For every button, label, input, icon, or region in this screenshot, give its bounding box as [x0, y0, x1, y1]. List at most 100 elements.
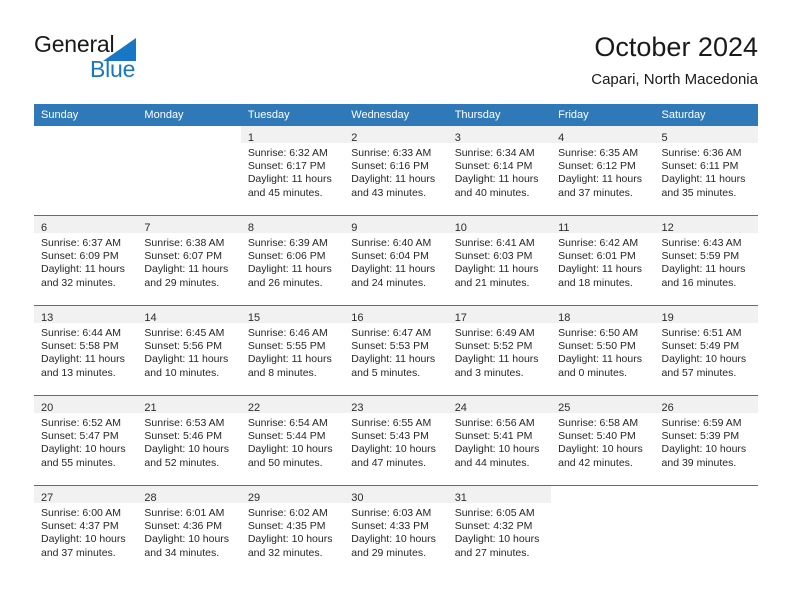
day-cell-inner[interactable]: 5 Sunrise: 6:36 AM Sunset: 6:11 PM Daylight…	[654, 126, 758, 215]
day-cell-inner[interactable]: 29 Sunrise: 6:02 AM Sunset: 4:35 PM Dayligh…	[240, 486, 345, 575]
day-number-band: 25	[551, 396, 655, 414]
calendar-day-cell[interactable]: 10 Sunrise: 6:41 AM Sunset: 6:03 PM Dayligh…	[447, 215, 552, 306]
day-number: 10	[454, 222, 467, 234]
day-detail-lines: Sunrise: 6:37 AM Sunset: 6:09 PM Daylight:…	[34, 233, 137, 290]
sunrise-text: Sunrise: 6:35 AM	[558, 147, 639, 159]
day-cell-inner[interactable]: 11 Sunrise: 6:42 AM Sunset: 6:01 PM Dayligh…	[551, 216, 655, 305]
day-cell-inner[interactable]: 8 Sunrise: 6:39 AM Sunset: 6:06 PM Daylight…	[240, 216, 345, 305]
day-cell-inner[interactable]: 21 Sunrise: 6:53 AM Sunset: 5:46 PM Dayligh…	[137, 396, 241, 485]
calendar-day-cell[interactable]: 17 Sunrise: 6:49 AM Sunset: 5:52 PM Dayligh…	[447, 305, 552, 396]
day-cell-inner[interactable]: 13 Sunrise: 6:44 AM Sunset: 5:58 PM Dayligh…	[34, 306, 138, 395]
calendar-day-cell[interactable]: 31 Sunrise: 6:05 AM Sunset: 4:32 PM Dayligh…	[447, 485, 552, 575]
calendar-day-cell[interactable]: 8 Sunrise: 6:39 AM Sunset: 6:06 PM Daylight…	[240, 215, 345, 306]
day-cell-inner[interactable]: 26 Sunrise: 6:59 AM Sunset: 5:39 PM Dayligh…	[654, 396, 758, 485]
day-cell-inner[interactable]: 3 Sunrise: 6:34 AM Sunset: 6:14 PM Daylight…	[447, 126, 552, 215]
calendar-day-cell[interactable]: 30 Sunrise: 6:03 AM Sunset: 4:33 PM Dayligh…	[344, 485, 448, 575]
calendar-day-cell[interactable]: 22 Sunrise: 6:54 AM Sunset: 5:44 PM Dayligh…	[240, 395, 345, 486]
calendar-day-cell[interactable]: 19 Sunrise: 6:51 AM Sunset: 5:49 PM Dayligh…	[654, 305, 758, 396]
calendar-day-cell[interactable]: 4 Sunrise: 6:35 AM Sunset: 6:12 PM Daylight…	[551, 126, 655, 216]
calendar-day-cell[interactable]: 5 Sunrise: 6:36 AM Sunset: 6:11 PM Daylight…	[654, 126, 758, 216]
calendar-day-cell[interactable]: 12 Sunrise: 6:43 AM Sunset: 5:59 PM Dayligh…	[654, 215, 758, 306]
calendar-day-cell[interactable]: 6 Sunrise: 6:37 AM Sunset: 6:09 PM Daylight…	[34, 215, 138, 306]
day-number: 8	[247, 222, 254, 234]
day-number: 29	[247, 492, 261, 504]
day-number-band: 2	[344, 126, 448, 144]
day-cell-inner[interactable]: 4 Sunrise: 6:35 AM Sunset: 6:12 PM Daylight…	[551, 126, 655, 215]
calendar-day-cell[interactable]: 3 Sunrise: 6:34 AM Sunset: 6:14 PM Daylight…	[447, 126, 552, 216]
calendar-day-cell[interactable]: 11 Sunrise: 6:42 AM Sunset: 6:01 PM Dayligh…	[551, 215, 655, 306]
day-cell-empty-inner	[34, 126, 137, 215]
day-number: 9	[351, 222, 358, 234]
calendar-day-cell[interactable]: 26 Sunrise: 6:59 AM Sunset: 5:39 PM Dayligh…	[654, 395, 758, 486]
day-cell-inner[interactable]: 9 Sunrise: 6:40 AM Sunset: 6:04 PM Daylight…	[344, 216, 448, 305]
calendar-day-cell[interactable]: 15 Sunrise: 6:46 AM Sunset: 5:55 PM Dayligh…	[240, 305, 345, 396]
calendar-week-row: 20 Sunrise: 6:52 AM Sunset: 5:47 PM Dayligh…	[34, 395, 758, 486]
day-cell-inner[interactable]: 25 Sunrise: 6:58 AM Sunset: 5:40 PM Dayligh…	[551, 396, 655, 485]
calendar-day-cell[interactable]: 2 Sunrise: 6:33 AM Sunset: 6:16 PM Daylight…	[344, 126, 448, 216]
daylight-text-line1: Daylight: 10 hours	[558, 443, 643, 456]
day-number-band: 9	[344, 216, 448, 234]
day-cell-inner[interactable]: 28 Sunrise: 6:01 AM Sunset: 4:36 PM Dayligh…	[137, 486, 241, 575]
day-number: 19	[661, 312, 674, 324]
calendar-day-cell[interactable]: 13 Sunrise: 6:44 AM Sunset: 5:58 PM Dayligh…	[34, 305, 138, 396]
day-detail-lines: Sunrise: 6:40 AM Sunset: 6:04 PM Daylight:…	[344, 233, 447, 290]
day-cell-inner[interactable]: 27 Sunrise: 6:00 AM Sunset: 4:37 PM Dayligh…	[34, 486, 138, 575]
sunrise-text: Sunrise: 6:53 AM	[144, 417, 225, 429]
day-cell-inner[interactable]: 23 Sunrise: 6:55 AM Sunset: 5:43 PM Dayligh…	[344, 396, 448, 485]
daylight-text-line1: Daylight: 10 hours	[661, 353, 747, 366]
calendar-day-cell[interactable]: 18 Sunrise: 6:50 AM Sunset: 5:50 PM Dayligh…	[551, 305, 655, 396]
day-cell-inner[interactable]: 31 Sunrise: 6:05 AM Sunset: 4:32 PM Dayligh…	[447, 486, 552, 575]
day-cell-inner[interactable]: 20 Sunrise: 6:52 AM Sunset: 5:47 PM Dayligh…	[34, 396, 138, 485]
calendar-day-cell[interactable]: 29 Sunrise: 6:02 AM Sunset: 4:35 PM Dayligh…	[240, 485, 345, 575]
day-detail-lines: Sunrise: 6:01 AM Sunset: 4:36 PM Daylight:…	[137, 503, 240, 560]
day-number: 13	[41, 312, 54, 324]
day-cell-inner[interactable]: 24 Sunrise: 6:56 AM Sunset: 5:41 PM Dayligh…	[447, 396, 552, 485]
sunrise-text: Sunrise: 6:02 AM	[247, 507, 328, 519]
calendar-day-cell[interactable]: 16 Sunrise: 6:47 AM Sunset: 5:53 PM Dayligh…	[344, 305, 448, 396]
day-detail-lines: Sunrise: 6:55 AM Sunset: 5:43 PM Daylight:…	[344, 413, 447, 470]
calendar-day-cell[interactable]: 14 Sunrise: 6:45 AM Sunset: 5:56 PM Dayligh…	[137, 305, 241, 396]
daylight-text-line1: Daylight: 11 hours	[558, 353, 642, 366]
sunrise-text: Sunrise: 6:47 AM	[351, 327, 432, 339]
general-blue-logo[interactable]: General Blue	[34, 31, 274, 87]
sunset-text: Sunset: 5:47 PM	[41, 430, 119, 443]
day-cell-inner[interactable]: 1 Sunrise: 6:32 AM Sunset: 6:17 PM Daylight…	[240, 126, 345, 215]
day-cell-inner[interactable]: 18 Sunrise: 6:50 AM Sunset: 5:50 PM Dayligh…	[551, 306, 655, 395]
day-cell-inner[interactable]: 7 Sunrise: 6:38 AM Sunset: 6:07 PM Daylight…	[137, 216, 241, 305]
daylight-text-line2: and 24 minutes.	[351, 276, 426, 289]
sunset-text: Sunset: 6:04 PM	[351, 250, 429, 263]
day-cell-inner[interactable]: 12 Sunrise: 6:43 AM Sunset: 5:59 PM Dayligh…	[654, 216, 758, 305]
page-header: General Blue October 2024 Capari, North …	[0, 0, 792, 100]
day-number-band: 5	[654, 126, 758, 144]
day-cell-inner[interactable]: 16 Sunrise: 6:47 AM Sunset: 5:53 PM Dayligh…	[344, 306, 448, 395]
daylight-text-line2: and 26 minutes.	[247, 276, 323, 289]
day-cell-inner[interactable]: 6 Sunrise: 6:37 AM Sunset: 6:09 PM Daylight…	[34, 216, 138, 305]
day-cell-inner[interactable]: 14 Sunrise: 6:45 AM Sunset: 5:56 PM Dayligh…	[137, 306, 241, 395]
calendar-day-cell[interactable]: 23 Sunrise: 6:55 AM Sunset: 5:43 PM Dayligh…	[344, 395, 448, 486]
day-number-band: 19	[654, 306, 758, 324]
day-cell-inner[interactable]: 2 Sunrise: 6:33 AM Sunset: 6:16 PM Daylight…	[344, 126, 448, 215]
calendar-day-cell[interactable]: 27 Sunrise: 6:00 AM Sunset: 4:37 PM Dayligh…	[34, 485, 138, 575]
day-detail-lines: Sunrise: 6:45 AM Sunset: 5:56 PM Daylight:…	[137, 323, 240, 380]
calendar-day-cell[interactable]: 28 Sunrise: 6:01 AM Sunset: 4:36 PM Dayligh…	[137, 485, 241, 575]
day-cell-inner[interactable]: 30 Sunrise: 6:03 AM Sunset: 4:33 PM Dayligh…	[344, 486, 448, 575]
day-cell-inner[interactable]: 10 Sunrise: 6:41 AM Sunset: 6:03 PM Dayligh…	[447, 216, 552, 305]
calendar-day-cell[interactable]: 21 Sunrise: 6:53 AM Sunset: 5:46 PM Dayligh…	[137, 395, 241, 486]
daylight-text-line1: Daylight: 10 hours	[661, 443, 747, 456]
day-cell-inner[interactable]: 22 Sunrise: 6:54 AM Sunset: 5:44 PM Dayligh…	[240, 396, 345, 485]
sunset-text: Sunset: 5:52 PM	[454, 340, 533, 353]
calendar-day-cell[interactable]: 9 Sunrise: 6:40 AM Sunset: 6:04 PM Daylight…	[344, 215, 448, 306]
calendar-day-cell[interactable]: 7 Sunrise: 6:38 AM Sunset: 6:07 PM Daylight…	[137, 215, 241, 306]
calendar-day-cell[interactable]: 24 Sunrise: 6:56 AM Sunset: 5:41 PM Dayligh…	[447, 395, 552, 486]
daylight-text-line1: Daylight: 11 hours	[247, 173, 332, 186]
calendar-day-cell[interactable]: 1 Sunrise: 6:32 AM Sunset: 6:17 PM Daylight…	[240, 126, 345, 216]
calendar-day-cell[interactable]: 20 Sunrise: 6:52 AM Sunset: 5:47 PM Dayligh…	[34, 395, 138, 486]
daylight-text-line1: Daylight: 10 hours	[247, 533, 333, 546]
day-cell-inner[interactable]: 17 Sunrise: 6:49 AM Sunset: 5:52 PM Dayligh…	[447, 306, 552, 395]
day-cell-inner[interactable]: 15 Sunrise: 6:46 AM Sunset: 5:55 PM Dayligh…	[240, 306, 345, 395]
day-number-band: 22	[240, 396, 345, 414]
calendar-day-cell-empty	[551, 485, 655, 575]
calendar-day-cell[interactable]: 25 Sunrise: 6:58 AM Sunset: 5:40 PM Dayligh…	[551, 395, 655, 486]
day-cell-inner[interactable]: 19 Sunrise: 6:51 AM Sunset: 5:49 PM Dayligh…	[654, 306, 758, 395]
daylight-text-line2: and 47 minutes.	[351, 456, 426, 469]
